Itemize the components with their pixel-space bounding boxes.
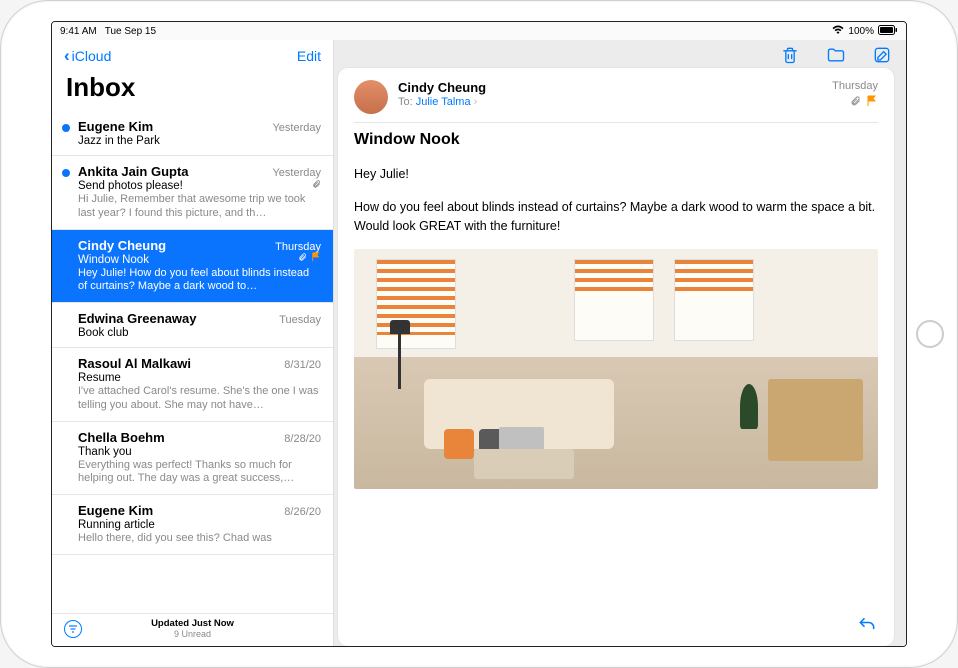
avatar[interactable] <box>354 80 388 114</box>
paperclip-icon <box>312 179 321 192</box>
message-card: Cindy Cheung To: Julie Talma › Thursday <box>338 68 894 646</box>
message-item[interactable]: Ankita Jain Gupta Yesterday Send photos pl… <box>52 156 333 230</box>
sender-name: Eugene Kim <box>78 119 153 134</box>
to-label: To: <box>398 96 413 108</box>
screen: 9:41 AM Tue Sep 15 100% ‹ iCloud <box>51 21 907 647</box>
message-preview: Hello there, did you see this? Chad was <box>78 532 321 546</box>
edit-button[interactable]: Edit <box>297 48 321 64</box>
message-item[interactable]: Eugene Kim Yesterday Jazz in the Park <box>52 111 333 156</box>
back-button[interactable]: ‹ iCloud <box>64 46 111 66</box>
message-list-subject: Resume <box>78 372 121 384</box>
detail-toolbar <box>334 40 906 68</box>
inbox-title: Inbox <box>52 68 333 111</box>
chevron-right-icon: › <box>474 96 478 108</box>
message-preview: Hi Julie, Remember that awesome trip we … <box>78 193 321 221</box>
message-list-subject: Thank you <box>78 446 132 458</box>
message-item[interactable]: Eugene Kim 8/26/20 Running articleHello th… <box>52 495 333 555</box>
message-subject: Window Nook <box>338 123 894 165</box>
sender-name: Cindy Cheung <box>78 238 166 253</box>
filter-icon[interactable] <box>64 620 82 638</box>
to-name: Julie Talma <box>416 96 471 108</box>
footer-status: Updated Just Now 9 Unread <box>82 618 303 640</box>
message-list-subject: Jazz in the Park <box>78 135 160 147</box>
message-list-date: Thursday <box>275 241 321 253</box>
unread-dot-icon <box>62 124 70 132</box>
ipad-frame: 9:41 AM Tue Sep 15 100% ‹ iCloud <box>0 0 958 668</box>
status-battery: 100% <box>848 26 874 37</box>
sidebar: ‹ iCloud Edit Inbox Eugene Kim Yesterday J… <box>52 40 334 646</box>
message-list-subject: Window Nook <box>78 254 149 266</box>
message-date: Thursday <box>832 80 878 92</box>
detail-footer <box>338 609 894 646</box>
message-list-date: Tuesday <box>279 314 321 326</box>
unread-dot-icon <box>62 169 70 177</box>
status-date: Tue Sep 15 <box>105 26 156 37</box>
paperclip-icon <box>298 252 307 265</box>
message-preview: I've attached Carol's resume. She's the … <box>78 385 321 413</box>
message-list-date: 8/31/20 <box>284 359 321 371</box>
status-bar: 9:41 AM Tue Sep 15 100% <box>52 22 906 40</box>
battery-icon <box>878 25 898 38</box>
unread-count: 9 Unread <box>82 629 303 640</box>
message-list-date: Yesterday <box>272 122 321 134</box>
message-body[interactable]: Hey Julie! How do you feel about blinds … <box>338 165 894 609</box>
body-greeting: Hey Julie! <box>354 165 878 184</box>
message-item[interactable]: Rasoul Al Malkawi 8/31/20 ResumeI've attac… <box>52 348 333 422</box>
flag-icon <box>866 95 878 110</box>
message-list-date: 8/28/20 <box>284 433 321 445</box>
wifi-icon <box>832 25 844 38</box>
from-name[interactable]: Cindy Cheung <box>398 80 822 95</box>
back-label: iCloud <box>72 48 112 64</box>
sender-name: Edwina Greenaway <box>78 311 197 326</box>
sidebar-footer: Updated Just Now 9 Unread <box>52 613 333 646</box>
trash-icon[interactable] <box>780 45 800 65</box>
message-header: Cindy Cheung To: Julie Talma › Thursday <box>338 68 894 122</box>
message-item[interactable]: Chella Boehm 8/28/20 Thank youEverything w… <box>52 422 333 496</box>
sender-name: Eugene Kim <box>78 503 153 518</box>
body-text: How do you feel about blinds instead of … <box>354 198 878 236</box>
sender-name: Rasoul Al Malkawi <box>78 356 191 371</box>
compose-icon[interactable] <box>872 45 892 65</box>
updated-label: Updated Just Now <box>82 618 303 629</box>
app-body: ‹ iCloud Edit Inbox Eugene Kim Yesterday J… <box>52 40 906 646</box>
message-item[interactable]: Cindy Cheung Thursday Window NookHey Julie… <box>52 230 333 304</box>
sidebar-nav: ‹ iCloud Edit <box>52 40 333 68</box>
home-button[interactable] <box>916 320 944 348</box>
sender-name: Ankita Jain Gupta <box>78 164 189 179</box>
flag-icon <box>311 252 321 265</box>
paperclip-icon <box>850 95 861 110</box>
to-line[interactable]: To: Julie Talma › <box>398 96 822 108</box>
chevron-left-icon: ‹ <box>64 46 70 66</box>
message-list-date: Yesterday <box>272 167 321 179</box>
attachment-image[interactable] <box>354 249 878 489</box>
message-list-date: 8/26/20 <box>284 506 321 518</box>
status-time: 9:41 AM <box>60 26 97 37</box>
message-item[interactable]: Edwina Greenaway Tuesday Book club <box>52 303 333 348</box>
sender-name: Chella Boehm <box>78 430 165 445</box>
message-preview: Hey Julie! How do you feel about blinds … <box>78 267 321 295</box>
message-list[interactable]: Eugene Kim Yesterday Jazz in the Park Ankit… <box>52 111 333 613</box>
reply-icon[interactable] <box>856 615 878 640</box>
folder-icon[interactable] <box>826 45 846 65</box>
message-preview: Everything was perfect! Thanks so much f… <box>78 459 321 487</box>
message-list-subject: Send photos please! <box>78 180 183 192</box>
message-list-subject: Book club <box>78 327 129 339</box>
detail-pane: Cindy Cheung To: Julie Talma › Thursday <box>334 40 906 646</box>
message-list-subject: Running article <box>78 519 155 531</box>
